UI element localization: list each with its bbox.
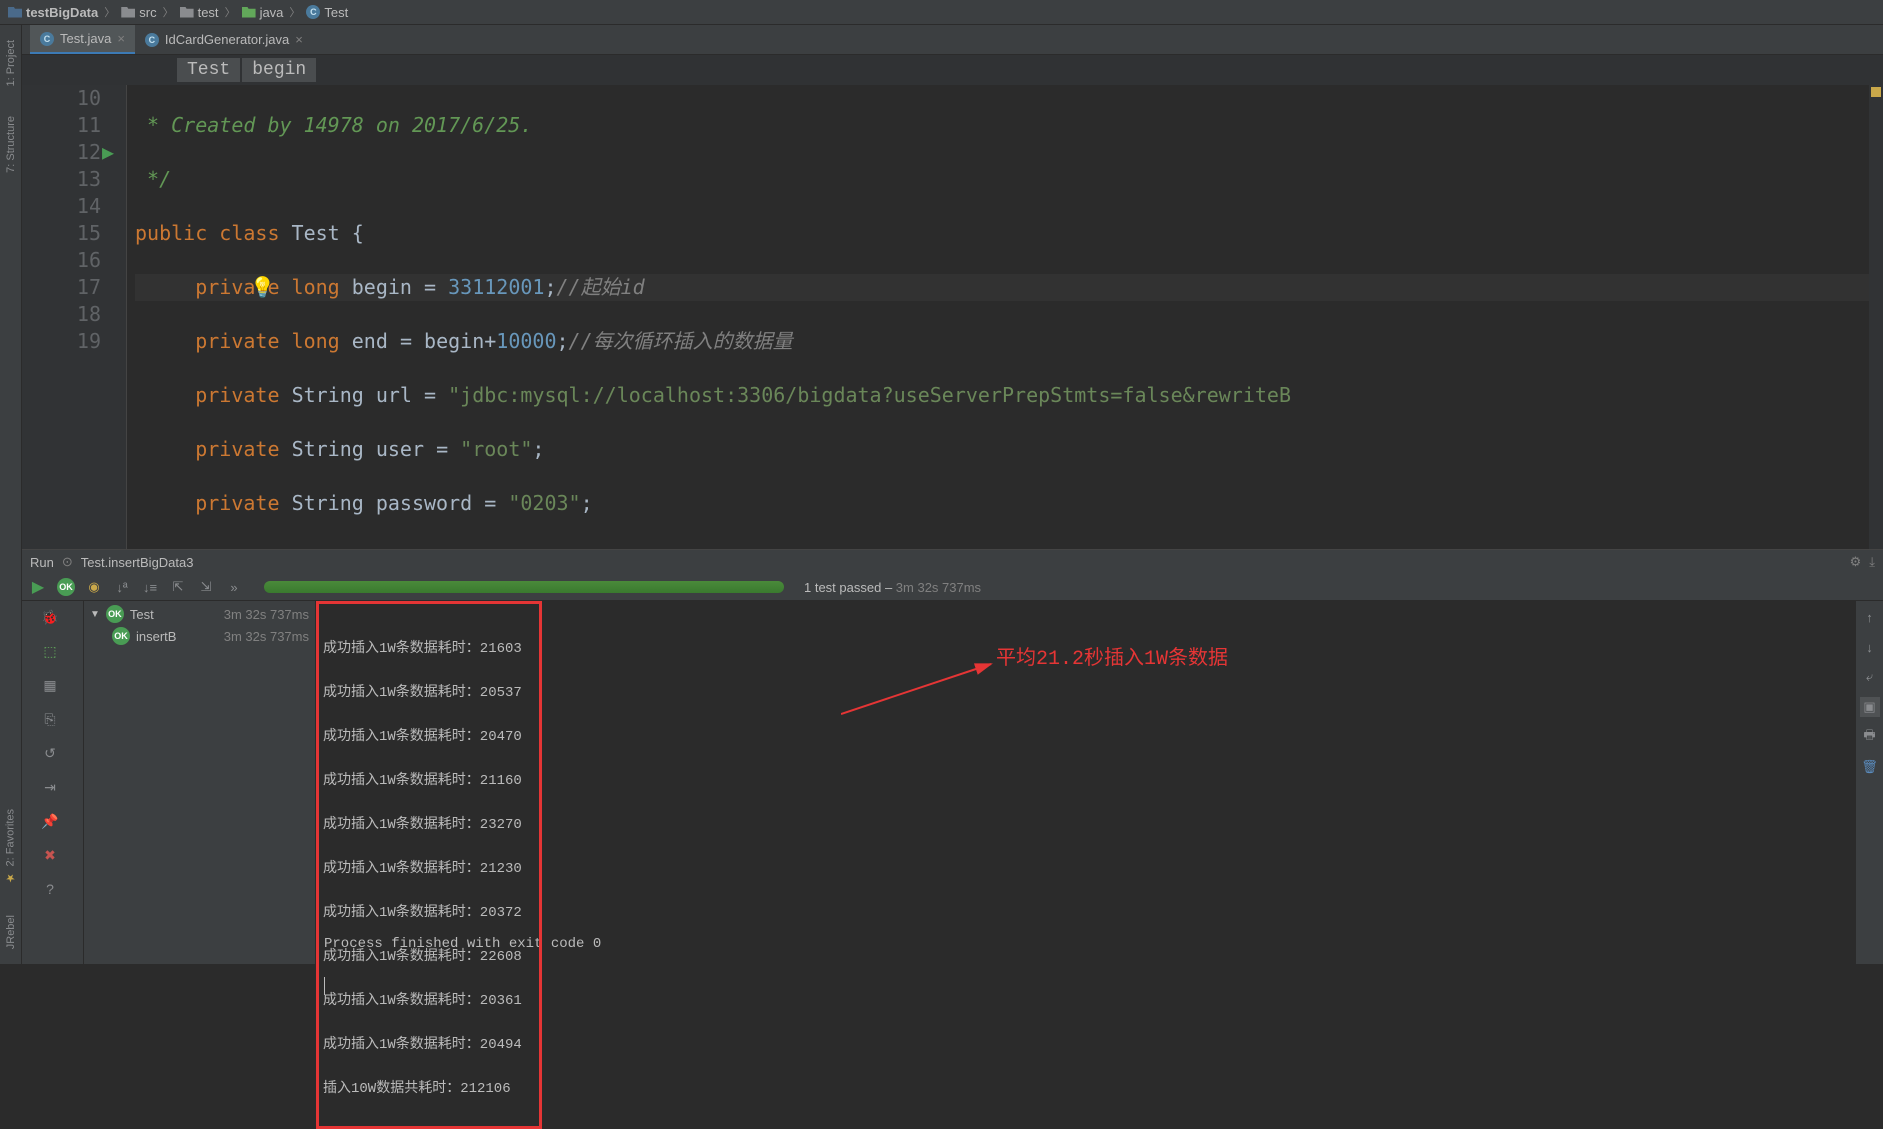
crumb-src[interactable]: src <box>121 5 156 20</box>
tab-test-java[interactable]: C Test.java × <box>30 25 135 54</box>
run-gutter-icon[interactable]: ▶ <box>102 139 114 166</box>
crumb-member[interactable]: begin <box>242 58 316 82</box>
console-output[interactable]: 成功插入1W条数据耗时：21603 成功插入1W条数据耗时：20537 成功插入… <box>316 601 1855 964</box>
editor-tabs: C Test.java × C IdCardGenerator.java × <box>22 25 1883 55</box>
close-icon[interactable]: × <box>295 32 303 47</box>
crumb-java[interactable]: java <box>242 5 284 20</box>
ok-icon: OK <box>112 627 130 645</box>
stop-icon[interactable]: ✖ <box>38 843 62 867</box>
console-line: 成功插入1W条数据耗时：22608 <box>323 946 535 968</box>
annotation-text: 平均21.2秒插入1W条数据 <box>996 649 1228 671</box>
console-line: 成功插入1W条数据耗时：20361 <box>323 990 535 1012</box>
class-icon: C <box>145 33 159 47</box>
console-line: 成功插入1W条数据耗时：20537 <box>323 682 535 704</box>
close-icon[interactable]: × <box>117 31 125 46</box>
code-breadcrumb: Test begin <box>22 55 1883 85</box>
stack-icon[interactable]: ⬚ <box>38 639 62 663</box>
chevron-right-icon: 〉 <box>163 4 174 20</box>
clear-icon[interactable]: 🗑 <box>1860 757 1880 777</box>
code-content[interactable]: * Created by 14978 on 2017/6/25. */ publ… <box>127 85 1869 549</box>
toggle-passed-button[interactable]: OK <box>56 577 76 597</box>
debug-icon[interactable]: 🐞 <box>38 605 62 629</box>
console-line: 成功插入1W条数据耗时：21603 <box>323 638 535 660</box>
tool-structure[interactable]: 7: Structure <box>3 101 19 188</box>
console-line: 成功插入1W条数据耗时：21160 <box>323 770 535 792</box>
chevron-right-icon: 〉 <box>225 4 236 20</box>
folder-icon <box>121 7 135 18</box>
import-icon[interactable]: ⇥ <box>38 775 62 799</box>
console-line: 成功插入1W条数据耗时：20470 <box>323 726 535 748</box>
crumb-test[interactable]: test <box>180 5 219 20</box>
folder-icon <box>180 7 194 18</box>
toggle-ignored-button[interactable]: ◉ <box>84 577 104 597</box>
tool-favorites[interactable]: ★2: Favorites <box>2 794 19 899</box>
chevron-down-icon[interactable]: ▼ <box>90 609 100 620</box>
console-line: 成功插入1W条数据耗时：20372 <box>323 902 535 924</box>
crumb-project[interactable]: testBigData <box>8 5 98 20</box>
editor-error-stripe[interactable] <box>1869 85 1883 549</box>
breadcrumb: testBigData 〉 src 〉 test 〉 java 〉 CTest <box>0 0 1883 25</box>
rerun-button[interactable]: ▶ <box>28 577 48 597</box>
console-line: 成功插入1W条数据耗时：20494 <box>323 1034 535 1056</box>
warning-marker[interactable] <box>1871 87 1881 97</box>
class-icon: C <box>40 32 54 46</box>
hide-icon[interactable]: ⤓ <box>1869 554 1875 570</box>
chevron-right-icon: 〉 <box>289 4 300 20</box>
annotation-box: 成功插入1W条数据耗时：21603 成功插入1W条数据耗时：20537 成功插入… <box>316 601 542 1129</box>
help-icon[interactable]: ? <box>38 877 62 901</box>
tool-project[interactable]: 1: Project <box>3 25 19 101</box>
export-icon[interactable]: ⎘ <box>38 707 62 731</box>
chevron-right-icon: 〉 <box>104 4 115 20</box>
tab-idcard-java[interactable]: C IdCardGenerator.java × <box>135 26 313 53</box>
tab-label: Test.java <box>60 31 111 46</box>
folder-icon <box>242 7 256 18</box>
folder-icon <box>8 7 22 18</box>
tool-jrebel[interactable]: JRebel <box>3 900 19 964</box>
annotation-arrow <box>841 659 1001 719</box>
line-gutter: 10 11 12▶ 13 14 15 16 17 18 19 <box>22 85 127 549</box>
console-line: 成功插入1W条数据耗时：23270 <box>323 814 535 836</box>
pin-icon[interactable]: 📌 <box>38 809 62 833</box>
run-side-toolbar: 🐞 ⬚ ▦ ⎘ ↺ ⇥ 📌 ✖ ? <box>22 601 84 964</box>
class-icon: C <box>306 5 320 19</box>
tab-label: IdCardGenerator.java <box>165 32 289 47</box>
intention-bulb-icon[interactable]: 💡 <box>250 274 275 301</box>
crumb-class[interactable]: CTest <box>306 5 348 20</box>
layout-icon[interactable]: ▦ <box>38 673 62 697</box>
console-line: Process finished with exit code 0 <box>324 933 1847 955</box>
code-editor[interactable]: 10 11 12▶ 13 14 15 16 17 18 19 * Created… <box>22 85 1883 549</box>
ok-icon: OK <box>106 605 124 623</box>
console-line: 插入10W数据共耗时：212106 <box>323 1078 535 1100</box>
sort-button[interactable]: ↓ª <box>112 577 132 597</box>
print-icon[interactable]: 🖶 <box>1860 727 1880 747</box>
crumb-class[interactable]: Test <box>177 58 240 82</box>
history-icon[interactable]: ↺ <box>38 741 62 765</box>
console-line: 成功插入1W条数据耗时：21230 <box>323 858 535 880</box>
run-title: Run <box>30 555 54 570</box>
scroll-end-icon[interactable]: ▣ <box>1860 697 1880 717</box>
tool-window-left-bar: 1: Project 7: Structure ★2: Favorites JR… <box>0 25 22 964</box>
